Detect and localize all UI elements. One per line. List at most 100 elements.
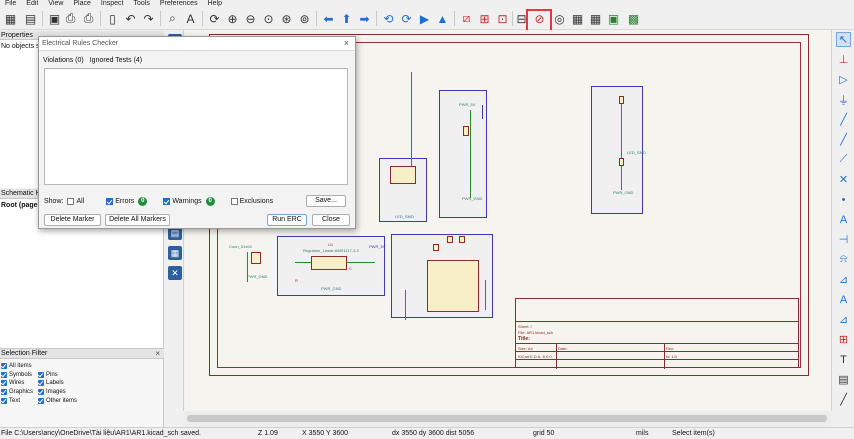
paste-icon[interactable]: ▯ xyxy=(104,10,121,27)
navigate-forward-icon[interactable]: ➡ xyxy=(356,10,373,27)
navigate-up-icon[interactable]: ⬆ xyxy=(338,10,355,27)
checkbox-icon[interactable] xyxy=(1,363,7,369)
add-wire-icon[interactable]: ╱ xyxy=(836,112,851,127)
errors-checkbox[interactable] xyxy=(106,197,114,205)
checkbox-icon[interactable] xyxy=(1,398,7,404)
menu-place[interactable]: Place xyxy=(68,0,96,8)
filter-text[interactable]: Text xyxy=(1,398,20,404)
zoom-out-icon[interactable]: ⊖ xyxy=(242,10,259,27)
properties-toggle-icon[interactable]: ▦ xyxy=(168,246,182,260)
no-connect-icon[interactable]: ✕ xyxy=(836,172,851,187)
warnings-checkbox[interactable] xyxy=(163,197,171,205)
checkbox-icon[interactable] xyxy=(38,389,44,395)
tools-icon[interactable]: ✕ xyxy=(168,266,182,280)
footprint-assign-icon[interactable]: ▦ xyxy=(569,10,586,27)
highlight-net-icon[interactable]: ⊥ xyxy=(836,52,851,67)
filter-graphics[interactable]: Graphics xyxy=(1,389,33,395)
schematic-setup-icon[interactable]: ▦ xyxy=(2,10,19,27)
filter-labels[interactable]: Labels xyxy=(38,380,64,386)
selection-filter-close-icon[interactable]: × xyxy=(155,349,160,359)
close-button[interactable]: Close xyxy=(312,214,350,226)
page-settings-icon[interactable]: ▤ xyxy=(22,10,39,27)
checkbox-icon[interactable] xyxy=(1,372,7,378)
hier-label-icon[interactable]: ⊿ xyxy=(836,272,851,287)
bom-icon[interactable]: ▦ xyxy=(587,10,604,27)
pin-symbol[interactable] xyxy=(459,236,465,243)
undo-icon[interactable]: ↶ xyxy=(122,10,139,27)
delete-marker-button[interactable]: Delete Marker xyxy=(44,214,101,226)
add-textbox-icon[interactable]: ▤ xyxy=(836,372,851,387)
symbol-browser-icon[interactable]: ⊞ xyxy=(476,10,493,27)
pin-symbol[interactable] xyxy=(433,244,439,251)
all-checkbox[interactable] xyxy=(67,197,75,205)
simulator-icon[interactable]: ◎ xyxy=(551,10,568,27)
filter-wires[interactable]: Wires xyxy=(1,380,24,386)
add-text-icon[interactable]: T xyxy=(836,352,851,367)
dialog-title-bar[interactable]: Electrical Rules Checker × xyxy=(39,37,355,51)
plot-icon[interactable]: ⎙ xyxy=(80,10,97,27)
save-button[interactable]: Save... xyxy=(306,195,346,207)
global-label-icon[interactable]: ⍾ xyxy=(836,252,851,267)
mirror-v-icon[interactable]: ▲ xyxy=(434,10,451,27)
mcu-symbol[interactable] xyxy=(427,260,479,312)
exclusions-checkbox[interactable] xyxy=(230,197,238,205)
filter-all-items[interactable]: All items xyxy=(1,363,32,369)
filter-images[interactable]: Images xyxy=(38,389,66,395)
menu-view[interactable]: View xyxy=(43,0,68,8)
net-class-label-icon[interactable]: ⊣ xyxy=(836,232,851,247)
checkbox-icon[interactable] xyxy=(1,389,7,395)
resistor-symbol[interactable] xyxy=(619,96,624,104)
tab-ignored-tests[interactable]: Ignored Tests (4) xyxy=(90,57,142,64)
add-power-icon[interactable]: ⏚ xyxy=(836,92,851,107)
mirror-h-icon[interactable]: ▶ xyxy=(416,10,433,27)
checkbox-icon[interactable] xyxy=(38,398,44,404)
dialog-close-icon[interactable]: × xyxy=(344,38,349,48)
violations-list[interactable] xyxy=(44,68,348,185)
rotate-cw-icon[interactable]: ⟳ xyxy=(398,10,415,27)
select-tool-icon[interactable]: ↖ xyxy=(836,32,851,47)
menu-preferences[interactable]: Preferences xyxy=(155,0,203,8)
save-icon[interactable]: ▣ xyxy=(46,10,63,27)
import-sheet-pin-icon[interactable]: ⊿ xyxy=(836,312,851,327)
connector-symbol[interactable] xyxy=(390,166,416,184)
horizontal-scrollbar[interactable] xyxy=(185,411,831,427)
pcb-editor-icon[interactable]: ▩ xyxy=(625,10,642,27)
redo-icon[interactable]: ↷ xyxy=(140,10,157,27)
run-erc-button[interactable]: Run ERC xyxy=(267,214,307,226)
refresh-icon[interactable]: ⟳ xyxy=(206,10,223,27)
footprint-editor-icon[interactable]: ⊡ xyxy=(494,10,511,27)
led-symbol[interactable] xyxy=(619,158,624,166)
filter-symbols[interactable]: Symbols xyxy=(1,372,32,378)
add-graphic-icon[interactable]: ╱ xyxy=(836,392,851,407)
resistor-symbol[interactable] xyxy=(463,126,469,136)
zoom-fit-icon[interactable]: ⊙ xyxy=(260,10,277,27)
filter-pins[interactable]: Pins xyxy=(38,372,58,378)
zoom-selection-icon[interactable]: ⊚ xyxy=(296,10,313,27)
scrollbar-thumb[interactable] xyxy=(187,415,827,422)
checkbox-icon[interactable] xyxy=(1,380,7,386)
hier-sheet-icon[interactable]: A xyxy=(836,292,851,307)
pin-symbol[interactable] xyxy=(447,236,453,243)
add-bus-icon[interactable]: ╱ xyxy=(836,132,851,147)
add-bus-entry-icon[interactable]: ⟋ xyxy=(836,152,851,167)
menu-file[interactable]: File xyxy=(0,0,21,8)
hier-sheet-pin-icon[interactable]: ⊞ xyxy=(836,332,851,347)
checkbox-icon[interactable] xyxy=(38,372,44,378)
menu-tools[interactable]: Tools xyxy=(128,0,154,8)
menu-edit[interactable]: Edit xyxy=(21,0,43,8)
find-replace-icon[interactable]: A xyxy=(182,10,199,27)
add-symbol-icon[interactable]: ▷ xyxy=(836,72,851,87)
regulator-symbol[interactable] xyxy=(311,256,347,270)
zoom-in-icon[interactable]: ⊕ xyxy=(224,10,241,27)
zoom-objects-icon[interactable]: ⊛ xyxy=(278,10,295,27)
menu-help[interactable]: Help xyxy=(203,0,227,8)
capacitor-symbol[interactable] xyxy=(251,252,261,264)
find-icon[interactable]: ⌕ xyxy=(164,10,181,27)
menu-inspect[interactable]: Inspect xyxy=(96,0,129,8)
print-icon[interactable]: ⎙ xyxy=(62,10,79,27)
symbol-editor-icon[interactable]: ⧄ xyxy=(458,10,475,27)
tab-violations[interactable]: Violations (0) xyxy=(43,57,84,64)
rotate-ccw-icon[interactable]: ⟲ xyxy=(380,10,397,27)
add-label-icon[interactable]: A xyxy=(836,212,851,227)
filter-other-items[interactable]: Other items xyxy=(38,398,77,404)
